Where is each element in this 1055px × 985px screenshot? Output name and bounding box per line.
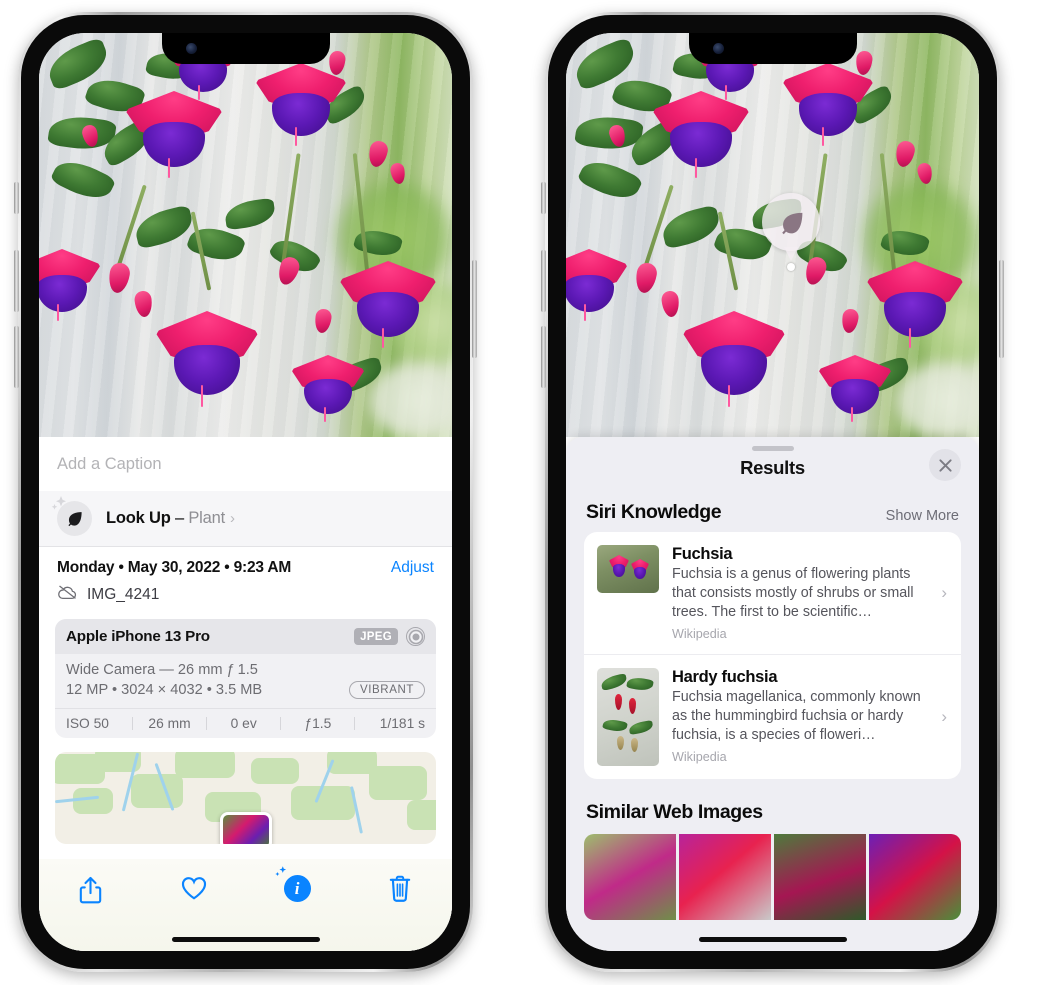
map-photo-pin[interactable] bbox=[219, 812, 272, 844]
similar-web-images-title: Similar Web Images bbox=[586, 801, 763, 823]
result-description: Fuchsia magellanica, commonly known as t… bbox=[672, 689, 921, 743]
photographic-style-badge: VIBRANT bbox=[348, 681, 425, 699]
chevron-right-icon: › bbox=[229, 510, 235, 527]
share-button[interactable] bbox=[39, 875, 142, 910]
exif-row: ISO 50 26 mm 0 ev ƒ1.5 1/181 s bbox=[55, 708, 436, 738]
power-button[interactable] bbox=[472, 260, 477, 358]
result-title: Hardy fuchsia bbox=[672, 668, 778, 686]
chevron-right-icon: › bbox=[941, 583, 947, 602]
exif-shutter: 1/181 s bbox=[379, 716, 426, 731]
chevron-right-icon: › bbox=[941, 707, 947, 726]
similar-image-thumb[interactable] bbox=[774, 834, 866, 920]
volume-up-button[interactable] bbox=[14, 250, 19, 312]
home-indicator[interactable] bbox=[698, 937, 847, 942]
result-source: Wikipedia bbox=[672, 627, 727, 641]
exif-focal: 26 mm bbox=[148, 716, 191, 731]
similar-web-images-header: Similar Web Images bbox=[566, 779, 979, 834]
right-phone-screen: Results Siri Knowledge Show More Fuchsia… bbox=[566, 33, 979, 951]
power-button[interactable] bbox=[999, 260, 1004, 358]
caption-input[interactable]: Add a Caption bbox=[39, 437, 452, 491]
result-description: Fuchsia is a genus of flowering plants t… bbox=[672, 566, 914, 620]
caption-placeholder: Add a Caption bbox=[57, 454, 162, 473]
home-indicator[interactable] bbox=[171, 937, 320, 942]
notch bbox=[688, 33, 857, 64]
result-thumbnail bbox=[597, 668, 659, 766]
results-sheet: Results Siri Knowledge Show More Fuchsia… bbox=[566, 437, 979, 951]
show-more-button[interactable]: Show More bbox=[886, 508, 959, 524]
result-title: Fuchsia bbox=[672, 545, 733, 563]
list-item[interactable]: Hardy fuchsia Fuchsia magellanica, commo… bbox=[584, 654, 961, 779]
right-phone-device: Results Siri Knowledge Show More Fuchsia… bbox=[541, 12, 1004, 972]
hdr-circles-icon bbox=[406, 627, 425, 646]
result-thumbnail bbox=[597, 545, 659, 593]
siri-knowledge-card: Fuchsia Fuchsia is a genus of flowering … bbox=[584, 532, 961, 779]
volume-down-button[interactable] bbox=[14, 326, 19, 388]
photo-info-sheet: Add a Caption Look Up – Plant › Monday •… bbox=[39, 437, 452, 951]
results-title: Results bbox=[740, 457, 805, 478]
screenshot-canvas: Add a Caption Look Up – Plant › Monday •… bbox=[0, 0, 1055, 985]
visual-look-up-pin[interactable] bbox=[762, 193, 820, 271]
photo-viewer[interactable] bbox=[39, 33, 452, 437]
location-map[interactable] bbox=[55, 752, 436, 844]
pin-dot bbox=[787, 263, 795, 271]
leaf-icon bbox=[51, 496, 92, 536]
trash-icon bbox=[388, 875, 412, 908]
look-up-subject: Plant bbox=[188, 509, 225, 527]
exif-exposure: 0 ev bbox=[230, 716, 257, 731]
leaf-icon bbox=[762, 193, 820, 251]
exif-iso: ISO 50 bbox=[66, 716, 109, 731]
front-camera-icon bbox=[185, 43, 197, 54]
camera-info-card[interactable]: Apple iPhone 13 Pro JPEG Wide Camera — 2… bbox=[55, 619, 436, 738]
volume-down-button[interactable] bbox=[541, 326, 546, 388]
volume-up-button[interactable] bbox=[541, 250, 546, 312]
result-source: Wikipedia bbox=[672, 750, 727, 764]
notch bbox=[161, 33, 330, 64]
share-icon bbox=[78, 875, 103, 910]
mute-switch-button[interactable] bbox=[541, 182, 546, 214]
camera-specs: 12 MP • 3024 × 4032 • 3.5 MB bbox=[66, 682, 263, 698]
list-item[interactable]: Fuchsia Fuchsia is a genus of flowering … bbox=[584, 532, 961, 654]
look-up-dash: – bbox=[170, 509, 189, 527]
info-button[interactable]: i bbox=[246, 866, 349, 902]
siri-knowledge-header: Siri Knowledge Show More bbox=[566, 479, 979, 532]
photo-metadata: Monday • May 30, 2022 • 9:23 AM Adjust I… bbox=[39, 547, 452, 605]
left-phone-device: Add a Caption Look Up – Plant › Monday •… bbox=[14, 12, 477, 972]
sparkles-icon bbox=[273, 865, 290, 887]
pin-tail bbox=[784, 247, 798, 261]
photo-date: Monday • May 30, 2022 • 9:23 AM bbox=[57, 559, 292, 576]
camera-lens-info: Wide Camera — 26 mm ƒ 1.5 bbox=[66, 662, 258, 678]
exif-aperture: ƒ1.5 bbox=[304, 716, 332, 731]
front-camera-icon bbox=[712, 43, 724, 54]
info-sparkle-icon: i bbox=[275, 866, 311, 902]
siri-knowledge-title: Siri Knowledge bbox=[586, 501, 722, 523]
look-up-title: Look Up bbox=[106, 509, 171, 527]
photo-viewer[interactable] bbox=[566, 33, 979, 437]
delete-button[interactable] bbox=[349, 875, 452, 908]
close-icon[interactable] bbox=[929, 449, 961, 481]
similar-web-images-strip bbox=[584, 834, 961, 920]
similar-image-thumb[interactable] bbox=[584, 834, 676, 920]
mute-switch-button[interactable] bbox=[14, 182, 19, 214]
similar-image-thumb[interactable] bbox=[679, 834, 771, 920]
look-up-row[interactable]: Look Up – Plant › bbox=[39, 491, 452, 547]
camera-device-name: Apple iPhone 13 Pro bbox=[66, 628, 210, 645]
cloud-slash-icon bbox=[57, 584, 78, 605]
favorite-button[interactable] bbox=[142, 875, 245, 906]
adjust-button[interactable]: Adjust bbox=[391, 559, 434, 577]
sparkles-icon bbox=[48, 493, 72, 522]
heart-icon bbox=[180, 875, 208, 906]
look-up-label: Look Up – Plant › bbox=[106, 509, 235, 528]
left-phone-screen: Add a Caption Look Up – Plant › Monday •… bbox=[39, 33, 452, 951]
photo-filename: IMG_4241 bbox=[87, 585, 160, 603]
format-badge: JPEG bbox=[354, 628, 398, 645]
similar-image-thumb[interactable] bbox=[869, 834, 961, 920]
